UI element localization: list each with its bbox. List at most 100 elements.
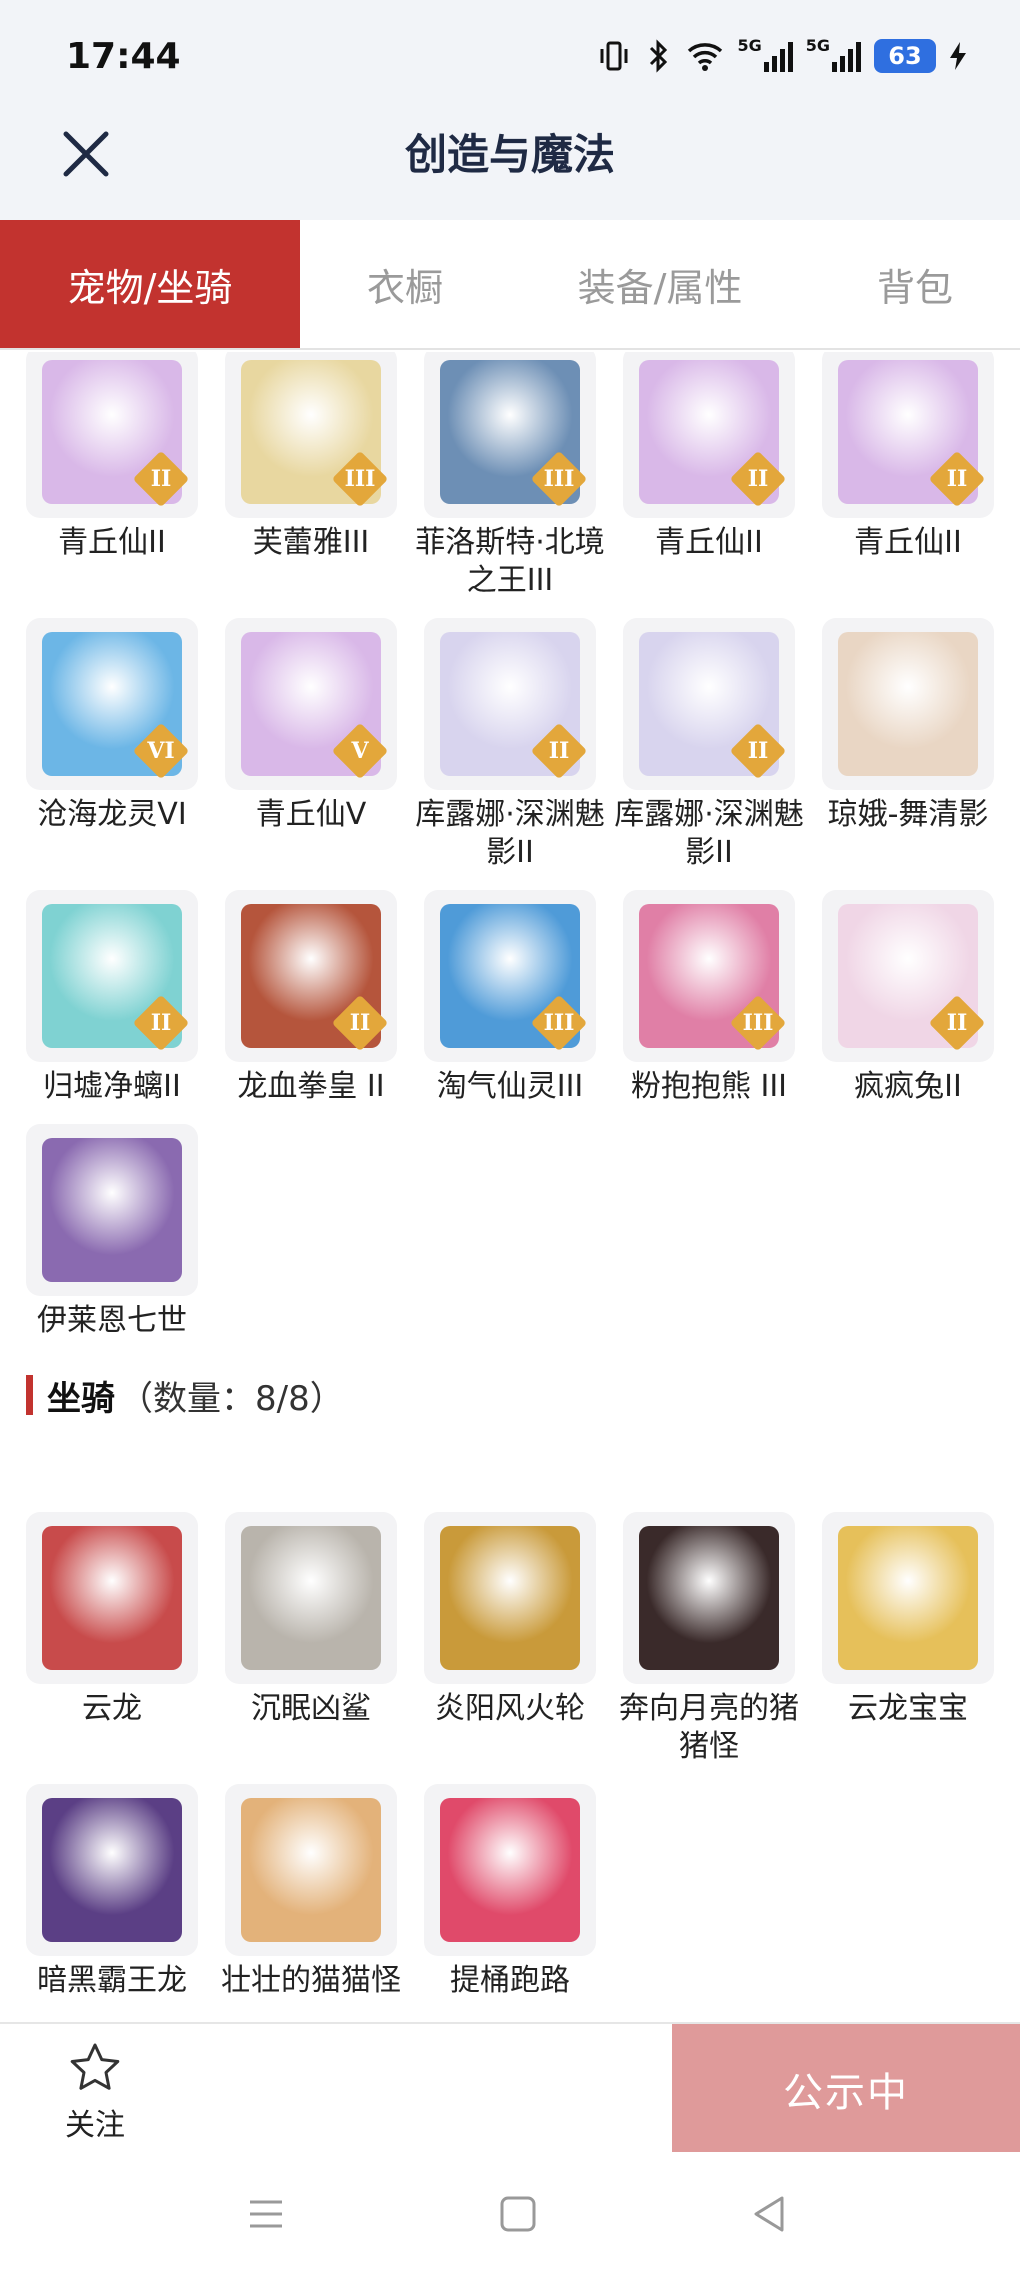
mount-portrait-image [440,1526,580,1670]
pet-card[interactable]: III 粉抱抱熊 III [623,890,795,1106]
pet-card[interactable]: II 疯疯兔II [822,890,994,1106]
publish-status-button[interactable]: 公示中 [672,2024,1020,2154]
mount-card[interactable]: 炎阳风火轮 [424,1512,596,1766]
pet-name: 疯疯兔II [854,1069,962,1104]
mount-portrait-image [838,1526,978,1670]
mount-card[interactable]: 提桶跑路 [424,1784,596,2000]
tier-badge-icon: II [729,450,787,508]
tab-pets-mounts[interactable]: 宠物/坐骑 [0,220,300,348]
pet-name: 菲洛斯特·北境之王III [415,525,605,598]
tier-badge-icon: II [331,994,389,1052]
pet-card[interactable]: VI 沧海龙灵VI [26,618,198,872]
pet-thumbnail: VI [26,618,198,790]
home-icon [500,2196,536,2232]
menu-button[interactable] [244,2192,288,2236]
mount-card[interactable]: 云龙宝宝 [822,1512,994,1766]
content-scroll[interactable]: II 青丘仙II III 芙蕾雅III III 菲洛斯特·北境之王III II 青丘仙II II… [0,352,1020,2022]
tier-badge-icon: V [331,722,389,780]
pet-card[interactable]: III 淘气仙灵III [424,890,596,1106]
mount-name: 沉眠凶鲨 [251,1691,371,1726]
pet-card[interactable]: III 芙蕾雅III [225,352,397,600]
pet-name: 沧海龙灵VI [37,797,187,832]
mount-card[interactable]: 奔向月亮的猪猪怪 [619,1512,799,1766]
signal-icon-2: 5G [806,36,862,76]
mount-card[interactable]: 壮壮的猫猫怪 [221,1784,401,2000]
pet-thumbnail [26,1124,198,1296]
pet-thumbnail: II [822,352,994,518]
pet-card[interactable]: 琼娥-舞清影 [822,618,994,872]
back-button[interactable] [748,2192,792,2236]
pet-name: 粉抱抱熊 III [630,1069,788,1104]
pet-thumbnail [822,618,994,790]
close-button[interactable] [56,124,116,184]
mount-name: 云龙宝宝 [848,1691,968,1726]
pet-name: 青丘仙II [58,525,166,560]
pet-thumbnail: II [225,890,397,1062]
close-icon [63,131,109,177]
bottom-action-bar: 关注 公示中 [0,2022,1020,2154]
tier-badge-icon: III [530,450,588,508]
system-nav-bar [0,2152,1020,2278]
mount-portrait-image [440,1798,580,1942]
pet-name: 青丘仙II [854,525,962,560]
tab-equipment[interactable]: 装备/属性 [510,220,810,348]
pet-name: 库露娜·深渊魅影II [614,797,804,870]
mount-name: 炎阳风火轮 [435,1691,585,1726]
pet-name: 青丘仙II [655,525,763,560]
mount-card[interactable]: 沉眠凶鲨 [225,1512,397,1766]
tier-badge-icon: II [132,994,190,1052]
mount-card[interactable]: 云龙 [26,1512,198,1766]
network-type-label-2: 5G [805,36,830,55]
pet-name: 库露娜·深渊魅影II [415,797,605,870]
pet-card[interactable]: 伊莱恩七世 [26,1124,198,1340]
pet-name: 伊莱恩七世 [37,1303,187,1338]
status-time: 17:44 [66,36,181,77]
mount-name: 云龙 [82,1691,142,1726]
pet-card[interactable]: V 青丘仙V [225,618,397,872]
tier-badge-icon: II [928,450,986,508]
pet-card[interactable]: II 青丘仙II [26,352,198,600]
mount-portrait-image [42,1798,182,1942]
pet-portrait-image [838,632,978,776]
bluetooth-icon [643,36,673,76]
pet-thumbnail: II [822,890,994,1062]
pet-name: 琼娥-舞清影 [827,797,989,832]
pet-name: 龙血拳皇 II [237,1069,385,1104]
pet-card[interactable]: II 库露娜·深渊魅影II [614,618,804,872]
tier-badge-icon: II [928,994,986,1052]
pet-name: 芙蕾雅III [252,525,370,560]
tier-badge-text: II [349,1010,371,1036]
mount-card[interactable]: 暗黑霸王龙 [26,1784,198,2000]
pet-card[interactable]: II 青丘仙II [822,352,994,600]
tier-badge-text: VI [147,738,175,764]
mount-name: 壮壮的猫猫怪 [221,1963,401,1998]
pet-card[interactable]: II 归墟净螭II [26,890,198,1106]
tab-bar: 宠物/坐骑 衣橱 装备/属性 背包 [0,220,1020,350]
follow-button[interactable]: 关注 [40,2040,150,2150]
pet-portrait-image [42,1138,182,1282]
tier-badge-icon: III [729,994,787,1052]
section-accent-bar [26,1375,33,1415]
pet-card[interactable]: III 菲洛斯特·北境之王III [415,352,605,600]
home-button[interactable] [496,2192,540,2236]
charging-icon [948,36,968,76]
tier-badge-text: II [747,738,769,764]
tier-badge-text: V [351,738,369,764]
tier-badge-icon: VI [132,722,190,780]
pet-card[interactable]: II 龙血拳皇 II [225,890,397,1106]
mount-thumbnail [26,1784,198,1956]
tier-badge-text: II [946,466,968,492]
mount-thumbnail [424,1784,596,1956]
pet-name: 淘气仙灵III [436,1069,584,1104]
pet-card[interactable]: II 青丘仙II [623,352,795,600]
pet-thumbnail: III [623,890,795,1062]
mount-section-count: （数量：8/8） [119,1378,344,1419]
tab-backpack[interactable]: 背包 [810,220,1020,348]
tab-wardrobe[interactable]: 衣橱 [300,220,510,348]
back-icon [754,2196,784,2232]
pet-name: 青丘仙V [255,797,367,832]
tier-badge-text: II [946,1010,968,1036]
tier-badge-icon: III [331,450,389,508]
pet-card[interactable]: II 库露娜·深渊魅影II [415,618,605,872]
tier-badge-text: III [742,1010,774,1036]
